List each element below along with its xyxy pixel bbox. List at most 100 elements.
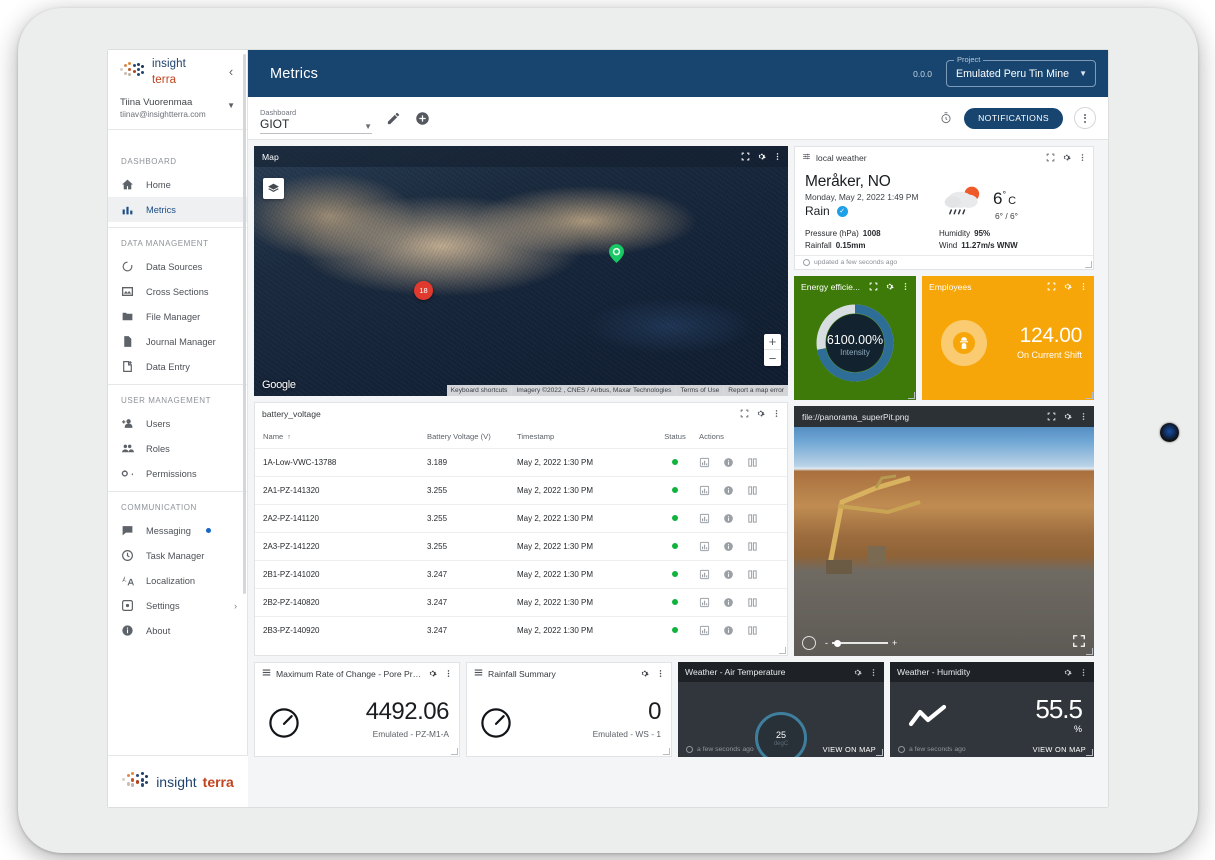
resize-handle[interactable]	[1085, 261, 1092, 268]
zoom-slider-knob[interactable]	[834, 640, 841, 647]
gear-icon[interactable]	[1063, 668, 1072, 677]
row-action-chart-icon[interactable]	[699, 625, 710, 636]
map-marker-cluster[interactable]: 18	[414, 281, 433, 300]
table-row[interactable]: 2B1-PZ-1410203.247May 2, 2022 1:30 PM	[255, 561, 787, 589]
resize-handle[interactable]	[876, 749, 883, 756]
gear-icon[interactable]	[1063, 412, 1072, 421]
sidebar-item-users[interactable]: Users	[108, 411, 247, 436]
table-row[interactable]: 2B3-PZ-1409203.247May 2, 2022 1:30 PM	[255, 617, 787, 645]
resize-handle[interactable]	[663, 748, 670, 755]
sidebar-item-settings[interactable]: Settings›	[108, 593, 247, 618]
expand-icon[interactable]	[1047, 282, 1056, 291]
dashboard-selector[interactable]: Dashboard GIOT ▼	[260, 102, 372, 134]
gear-icon[interactable]	[640, 669, 649, 678]
column-header-status[interactable]: Status	[651, 424, 699, 449]
column-header-voltage[interactable]: Battery Voltage (V)	[427, 424, 517, 449]
sidebar-item-messaging[interactable]: Messaging	[108, 518, 247, 543]
chevron-down-icon[interactable]: ▼	[1069, 69, 1087, 78]
more-vertical-icon[interactable]	[656, 669, 665, 678]
zoom-out-label[interactable]: -	[825, 638, 828, 648]
user-profile[interactable]: Tiina Vuorenmaa tiinav@insightterra.com …	[108, 92, 247, 130]
gear-icon[interactable]	[757, 152, 766, 161]
sidebar-item-home[interactable]: Home	[108, 172, 247, 197]
chevron-down-icon[interactable]: ▼	[364, 122, 372, 131]
row-action-chart-icon[interactable]	[699, 485, 710, 496]
sidebar-item-permissions[interactable]: Permissions	[108, 461, 247, 486]
gear-icon[interactable]	[1062, 153, 1071, 162]
expand-icon[interactable]	[1047, 412, 1056, 421]
sidebar-item-about[interactable]: About	[108, 618, 247, 643]
row-action-info-icon[interactable]	[723, 625, 734, 636]
row-action-book-icon[interactable]	[747, 485, 758, 496]
sidebar-item-data-sources[interactable]: Data Sources	[108, 254, 247, 279]
expand-icon[interactable]	[1046, 153, 1055, 162]
chevron-right-icon[interactable]: ›	[234, 601, 237, 611]
sidebar-item-journal-manager[interactable]: Journal Manager	[108, 329, 247, 354]
row-action-info-icon[interactable]	[723, 485, 734, 496]
resize-handle[interactable]	[1086, 749, 1093, 756]
resize-handle[interactable]	[908, 392, 915, 399]
map-attribution-item[interactable]: Keyboard shortcuts	[447, 385, 512, 396]
add-widget-button[interactable]	[415, 111, 430, 126]
row-action-book-icon[interactable]	[747, 513, 758, 524]
map-marker-pin[interactable]	[609, 244, 624, 263]
row-action-chart-icon[interactable]	[699, 457, 710, 468]
resize-handle[interactable]	[451, 748, 458, 755]
map-zoom-in-button[interactable]: +	[764, 334, 781, 350]
edit-dashboard-button[interactable]	[386, 111, 401, 126]
more-vertical-icon[interactable]	[1079, 412, 1088, 421]
row-action-info-icon[interactable]	[723, 541, 734, 552]
gear-icon[interactable]	[1063, 282, 1072, 291]
expand-icon[interactable]	[741, 152, 750, 161]
sidebar-item-cross-sections[interactable]: Cross Sections	[108, 279, 247, 304]
zoom-in-label[interactable]: +	[892, 638, 897, 648]
map-zoom-out-button[interactable]: −	[764, 350, 781, 366]
gear-icon[interactable]	[756, 409, 765, 418]
map-attribution-item[interactable]: Terms of Use	[675, 385, 723, 396]
more-vertical-icon[interactable]	[1078, 153, 1087, 162]
project-selector[interactable]: Project Emulated Peru Tin Mine ▼	[946, 60, 1096, 87]
user-menu-chevron-down-icon[interactable]: ▼	[227, 96, 235, 110]
more-vertical-icon[interactable]	[1079, 282, 1088, 291]
row-action-info-icon[interactable]	[723, 569, 734, 580]
zoom-slider-track[interactable]	[832, 642, 888, 644]
notifications-button[interactable]: NOTIFICATIONS	[964, 108, 1063, 129]
panorama-zoom-slider[interactable]: - +	[825, 638, 897, 648]
table-row[interactable]: 2A2-PZ-1411203.255May 2, 2022 1:30 PM	[255, 505, 787, 533]
compass-icon[interactable]	[802, 636, 816, 650]
row-action-book-icon[interactable]	[747, 569, 758, 580]
more-vertical-icon[interactable]	[869, 668, 878, 677]
view-on-map-button[interactable]: VIEW ON MAP	[823, 745, 876, 754]
row-action-book-icon[interactable]	[747, 597, 758, 608]
sidebar-item-metrics[interactable]: Metrics	[108, 197, 247, 222]
expand-icon[interactable]	[740, 409, 749, 418]
sidebar-item-roles[interactable]: Roles	[108, 436, 247, 461]
row-action-chart-icon[interactable]	[699, 597, 710, 608]
timer-icon[interactable]	[939, 111, 953, 125]
sidebar-scrollbar[interactable]	[243, 54, 246, 594]
map-zoom-controls[interactable]: + −	[764, 334, 781, 366]
more-vertical-icon[interactable]	[444, 669, 453, 678]
view-on-map-button[interactable]: VIEW ON MAP	[1033, 745, 1086, 754]
table-row[interactable]: 2B2-PZ-1408203.247May 2, 2022 1:30 PM	[255, 589, 787, 617]
resize-handle[interactable]	[1086, 392, 1093, 399]
row-action-chart-icon[interactable]	[699, 569, 710, 580]
table-row[interactable]: 1A-Low-VWC-137883.189May 2, 2022 1:30 PM	[255, 449, 787, 477]
table-row[interactable]: 2A3-PZ-1412203.255May 2, 2022 1:30 PM	[255, 533, 787, 561]
row-action-book-icon[interactable]	[747, 457, 758, 468]
sidebar-item-data-entry[interactable]: Data Entry	[108, 354, 247, 379]
more-vertical-icon[interactable]	[1079, 668, 1088, 677]
map-satellite-imagery[interactable]	[254, 146, 788, 396]
map-layers-button[interactable]	[263, 178, 284, 199]
row-action-info-icon[interactable]	[723, 457, 734, 468]
toolbar-more-options-button[interactable]	[1074, 107, 1096, 129]
resize-handle[interactable]	[779, 647, 786, 654]
more-vertical-icon[interactable]	[773, 152, 782, 161]
column-header-name[interactable]: Name↑	[255, 424, 427, 449]
more-vertical-icon[interactable]	[772, 409, 781, 418]
row-action-chart-icon[interactable]	[699, 541, 710, 552]
fullscreen-icon[interactable]	[1072, 634, 1086, 653]
sidebar-item-localization[interactable]: Localization	[108, 568, 247, 593]
row-action-chart-icon[interactable]	[699, 513, 710, 524]
map-attribution-item[interactable]: Report a map error	[723, 385, 788, 396]
